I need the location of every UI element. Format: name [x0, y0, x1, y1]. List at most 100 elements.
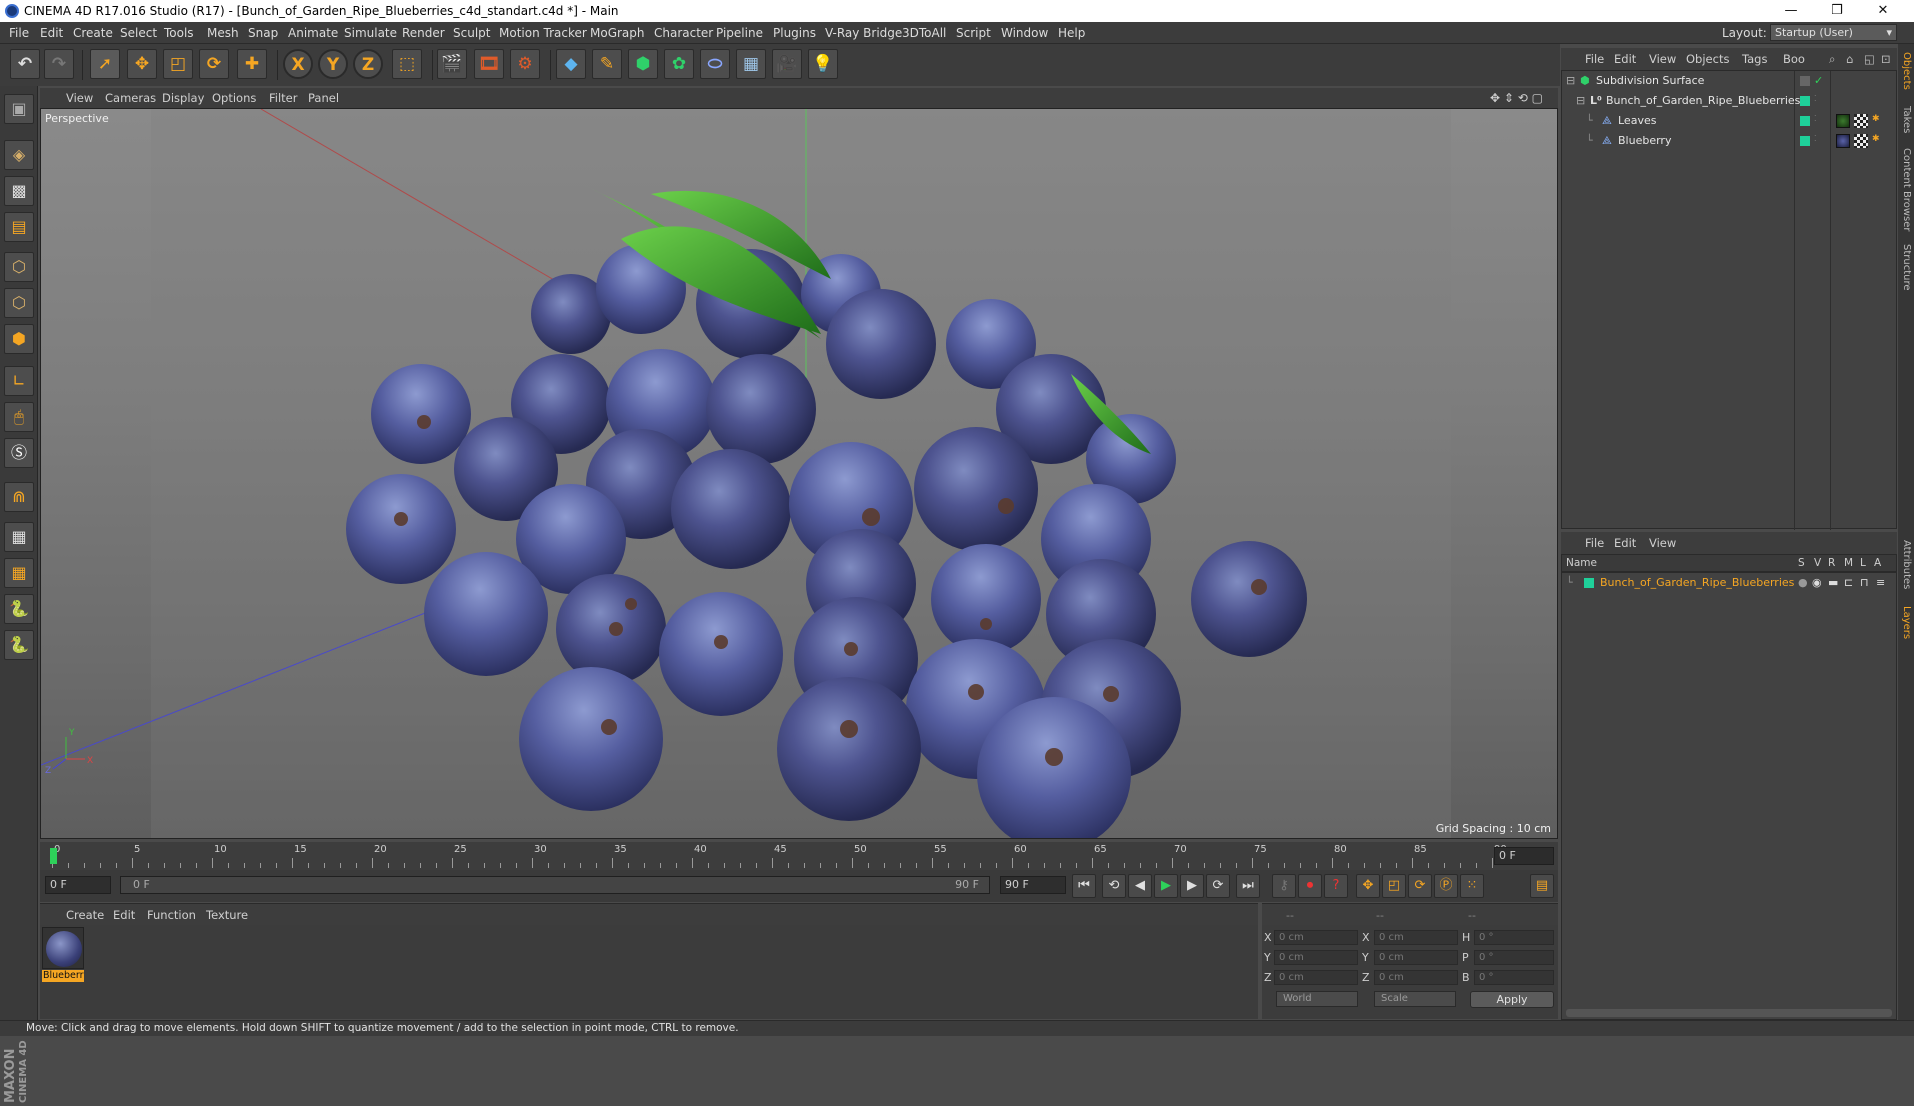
menu-help[interactable]: Help: [1058, 26, 1085, 40]
menu-sculpt[interactable]: Sculpt: [453, 26, 490, 40]
floor-button[interactable]: ▦: [736, 49, 766, 79]
tab-content-browser[interactable]: Content Browser: [1901, 148, 1912, 231]
material-menu-texture[interactable]: Texture: [206, 908, 248, 922]
cloner-button[interactable]: ✿: [664, 49, 694, 79]
next-frame-button[interactable]: ▶: [1180, 874, 1204, 898]
lock-icon[interactable]: ⊓: [1860, 576, 1869, 589]
3d-viewport[interactable]: Y X Z Perspective Grid Spacing : 10 cm: [40, 108, 1558, 839]
current-frame-field[interactable]: 0 F: [1494, 847, 1554, 865]
rotate-tool[interactable]: ⟳: [199, 49, 229, 79]
viewport-menu-filter[interactable]: Filter: [269, 91, 297, 105]
axis-mode-button[interactable]: ∟: [4, 366, 34, 396]
position-y-field[interactable]: 0 cm: [1274, 950, 1358, 965]
tab-structure[interactable]: Structure: [1901, 244, 1912, 291]
key-rotation-button[interactable]: ⟳: [1408, 874, 1432, 898]
solo-dot-icon[interactable]: ●: [1798, 576, 1808, 589]
visibility-dots-icon[interactable]: ⁚: [1814, 114, 1817, 123]
size-mode-select[interactable]: Scale: [1374, 991, 1456, 1007]
end-frame-field[interactable]: 90 F: [1000, 876, 1066, 894]
layer-color-icon[interactable]: [1584, 578, 1594, 588]
y-axis-lock-button[interactable]: Y: [318, 49, 348, 79]
rotation-p-field[interactable]: 0 °: [1474, 950, 1554, 965]
edges-mode-button[interactable]: ⬡: [4, 288, 34, 318]
column-render[interactable]: R: [1828, 557, 1835, 569]
rotation-h-field[interactable]: 0 °: [1474, 930, 1554, 945]
object-row-blueberry[interactable]: └ ⟁ Blueberry ⁚ ✱: [1562, 131, 1896, 151]
column-animation[interactable]: A: [1874, 557, 1881, 569]
menu-select[interactable]: Select: [120, 26, 157, 40]
planar-workplane-button[interactable]: ▦: [4, 558, 34, 588]
menu-vray-bridge[interactable]: V-Ray Bridge: [825, 26, 902, 40]
viewport-menu-cameras[interactable]: Cameras: [105, 91, 156, 105]
object-menu-objects[interactable]: Objects: [1686, 52, 1729, 66]
checkmark-icon[interactable]: ✓: [1814, 74, 1823, 87]
menu-pipeline[interactable]: Pipeline: [716, 26, 763, 40]
layer-color-icon[interactable]: [1800, 96, 1810, 106]
python-script-button[interactable]: 🐍: [4, 594, 34, 624]
column-locked[interactable]: L: [1860, 557, 1866, 569]
light-button[interactable]: 💡: [808, 49, 838, 79]
camera-button[interactable]: 🎥: [772, 49, 802, 79]
position-z-field[interactable]: 0 cm: [1274, 970, 1358, 985]
layer-menu-file[interactable]: File: [1585, 536, 1604, 550]
coordinate-mode-select[interactable]: World: [1276, 991, 1358, 1007]
uvw-tag-icon[interactable]: [1854, 114, 1868, 128]
coordinate-system-button[interactable]: ⬚: [392, 49, 422, 79]
key-position-button[interactable]: ✥: [1356, 874, 1380, 898]
points-mode-button[interactable]: ⬡: [4, 252, 34, 282]
object-row-subdivision-surface[interactable]: ⊟ ⬢ Subdivision Surface ✓: [1562, 71, 1896, 91]
tweak-mode-button[interactable]: 🖱: [4, 402, 34, 432]
render-picture-viewer-button[interactable]: 🎞: [474, 49, 504, 79]
menu-render[interactable]: Render: [402, 26, 445, 40]
render-settings-button[interactable]: ⚙: [510, 49, 540, 79]
collapse-icon[interactable]: ⊟: [1576, 94, 1585, 107]
live-selection-tool[interactable]: ➚: [90, 49, 120, 79]
apply-button[interactable]: Apply: [1470, 991, 1554, 1008]
object-menu-edit[interactable]: Edit: [1614, 52, 1636, 66]
restore-button[interactable]: ❒: [1814, 0, 1860, 22]
layout-select[interactable]: Startup (User) ▾: [1770, 24, 1897, 41]
layer-color-icon[interactable]: [1800, 136, 1810, 146]
object-menu-file[interactable]: File: [1585, 52, 1604, 66]
menu-script[interactable]: Script: [956, 26, 991, 40]
previous-key-button[interactable]: ⟲: [1102, 874, 1126, 898]
animation-icon[interactable]: ≡: [1876, 576, 1885, 589]
layer-color-icon[interactable]: [1800, 116, 1810, 126]
viewport-menu-view[interactable]: View: [66, 91, 93, 105]
material-tag-icon[interactable]: [1836, 134, 1850, 148]
object-row-leaves[interactable]: └ ⟁ Leaves ⁚ ✱: [1562, 111, 1896, 131]
subdivision-surface-button[interactable]: ⬢: [628, 49, 658, 79]
menu-mesh[interactable]: Mesh: [207, 26, 239, 40]
workplane-mode-button[interactable]: ▤: [4, 212, 34, 242]
menu-file[interactable]: File: [9, 26, 29, 40]
autokey-button[interactable]: ?: [1324, 874, 1348, 898]
close-button[interactable]: ✕: [1860, 0, 1906, 22]
search-icon[interactable]: ⌕: [1829, 52, 1835, 67]
x-axis-lock-button[interactable]: X: [283, 49, 313, 79]
motion-record-button[interactable]: ⚷: [1272, 874, 1296, 898]
scale-tool[interactable]: ◰: [163, 49, 193, 79]
home-icon[interactable]: ⌂: [1846, 52, 1853, 66]
solo-button[interactable]: Ⓢ: [4, 438, 34, 468]
eye-icon[interactable]: ◉: [1812, 576, 1822, 589]
collapse-icon[interactable]: ⊟: [1566, 74, 1575, 87]
timeline-playhead[interactable]: [50, 848, 57, 864]
object-menu-bookmarks[interactable]: Boo: [1783, 52, 1805, 66]
object-menu-tags[interactable]: Tags: [1742, 52, 1767, 66]
rotation-b-field[interactable]: 0 °: [1474, 970, 1554, 985]
column-solo[interactable]: S: [1798, 557, 1805, 569]
key-pla-button[interactable]: ⁙: [1460, 874, 1484, 898]
model-mode-button[interactable]: ◈: [4, 140, 34, 170]
frame-range-slider[interactable]: 0 F 90 F: [120, 876, 990, 894]
object-row-bunch[interactable]: ⊟ L⁰ Bunch_of_Garden_Ripe_Blueberries ⁚: [1562, 91, 1896, 111]
material-menu-create[interactable]: Create: [66, 908, 104, 922]
viewport-navigation-icons[interactable]: ✥ ⇕ ⟲ ▢: [1490, 91, 1543, 105]
object-menu-view[interactable]: View: [1649, 52, 1676, 66]
size-x-field[interactable]: 0 cm: [1374, 930, 1458, 945]
redo-button[interactable]: ↷: [44, 49, 74, 79]
render-view-button[interactable]: 🎬: [437, 49, 467, 79]
z-axis-lock-button[interactable]: Z: [353, 49, 383, 79]
layer-square-icon[interactable]: [1800, 76, 1810, 86]
menu-mograph[interactable]: MoGraph: [590, 26, 645, 40]
go-to-end-button[interactable]: ⏭: [1236, 874, 1260, 898]
